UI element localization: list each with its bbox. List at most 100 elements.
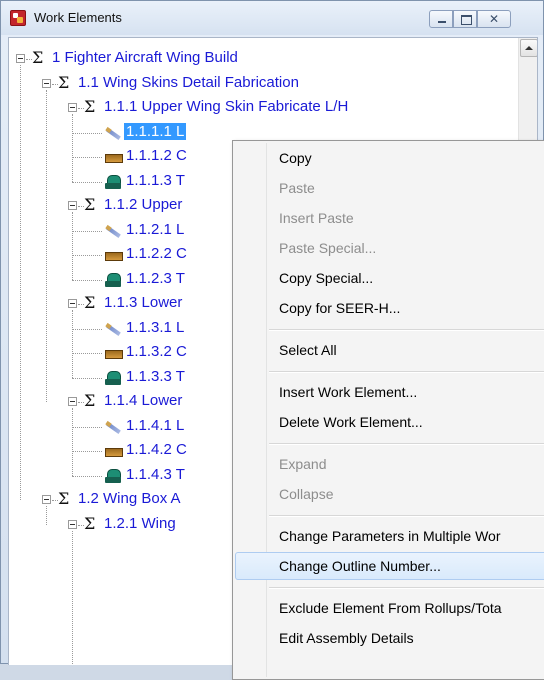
menu-item-paste[interactable]: Paste [235, 174, 544, 202]
tool-icon [104, 272, 122, 288]
pencil-icon [104, 419, 122, 435]
menu-item-insert-paste[interactable]: Insert Paste [235, 204, 544, 232]
bar-icon [104, 149, 123, 165]
tree-node[interactable]: 1.1 Wing Skins Detail Fabrication [76, 72, 301, 96]
collapse-toggle-icon[interactable] [42, 495, 51, 504]
tree-node-label: 1.1.3.1 L [126, 318, 185, 336]
tree-node[interactable]: 1.1.2 Upper [102, 194, 184, 218]
work-elements-window: Work Elements ✕ Σ 1 Fighter Aircraft Wing… [0, 0, 544, 680]
tree-node[interactable]: 1.2.1 Wing [102, 513, 178, 537]
tree-node[interactable]: 1.1.1.2 C [124, 145, 189, 169]
tree-connector [72, 132, 102, 134]
tree-node[interactable]: 1.1.4.1 L [124, 415, 186, 439]
tree-connector [46, 89, 47, 402]
sigma-icon: Σ [84, 97, 96, 116]
tree-node-label: 1.1.2.2 C [126, 245, 187, 262]
sigma-icon: Σ [84, 513, 96, 533]
tree-connector [72, 212, 73, 280]
sigma-icon: Σ [84, 391, 96, 410]
tree-node[interactable]: 1.1.3 Lower [102, 292, 184, 316]
bar-icon [104, 443, 123, 459]
menu-separator [269, 329, 544, 331]
tree-node[interactable]: 1.1.3.2 C [124, 341, 189, 365]
collapse-toggle-icon[interactable] [68, 519, 77, 529]
menu-item-copy-for-seer-h[interactable]: Copy for SEER-H... [235, 294, 544, 322]
sigma-icon: Σ [58, 72, 70, 92]
tree-node-label: 1.1.1.1 L [124, 122, 187, 140]
tree-node[interactable]: 1.1.2.2 C [124, 243, 189, 267]
menu-separator [269, 515, 544, 517]
menu-item-select-all[interactable]: Select All [235, 336, 544, 364]
tree-node-label: 1.1.2.1 L [126, 220, 185, 238]
tree-node[interactable]: 1.1.3.3 T [124, 366, 187, 390]
tree-node-label: 1.1.4 Lower [104, 392, 183, 409]
menu-item-delete-work-element[interactable]: Delete Work Element... [235, 408, 544, 436]
menu-separator [269, 587, 544, 589]
tree-connector [72, 310, 73, 378]
tree-connector [72, 451, 102, 452]
tree-connector [72, 475, 102, 477]
tree-node[interactable]: 1.1.2.1 L [124, 219, 186, 243]
close-button[interactable]: ✕ [477, 10, 511, 28]
menu-item-edit-assembly-details[interactable]: Edit Assembly Details [235, 624, 544, 652]
tree-node-label: 1.1.2.3 T [126, 269, 185, 287]
menu-item-change-parameters-in-multiple-wor[interactable]: Change Parameters in Multiple Wor [235, 522, 544, 550]
collapse-toggle-icon[interactable] [42, 78, 51, 88]
tree-connector [72, 255, 102, 256]
tree-node[interactable]: 1.1.4.3 T [124, 464, 187, 488]
tool-icon [104, 468, 122, 484]
minimize-button[interactable] [429, 10, 453, 28]
tree-node[interactable]: 1.1.1.3 T [124, 170, 187, 194]
tree-connector [20, 65, 21, 500]
tree-node-label: 1.1.3.2 C [126, 343, 187, 360]
tree-connector [72, 328, 102, 330]
tree-node-label: 1.1.3 Lower [104, 294, 183, 311]
tree-node[interactable]: 1.1.1 Upper Wing Skin Fabricate L/H [102, 96, 350, 120]
tree-connector [72, 530, 73, 665]
tree-node-label: 1.1.1.2 C [126, 147, 187, 164]
tree-connector [72, 157, 102, 158]
window-title: Work Elements [34, 10, 122, 25]
tree-node-label: 1.1 Wing Skins Detail Fabrication [78, 73, 299, 91]
menu-item-change-outline-number[interactable]: Change Outline Number... [235, 552, 544, 580]
collapse-toggle-icon[interactable] [68, 103, 77, 112]
menu-item-expand[interactable]: Expand [235, 450, 544, 478]
context-menu: Copy Paste Insert Paste Paste Special... Cop… [232, 140, 544, 680]
tree-connector [72, 181, 102, 183]
menu-item-insert-work-element[interactable]: Insert Work Element... [235, 378, 544, 406]
tree-node-label: 1.1.4.2 C [126, 441, 187, 458]
tree-node[interactable]: 1.1.3.1 L [124, 317, 186, 341]
collapse-toggle-icon[interactable] [68, 201, 77, 210]
menu-item-collapse[interactable]: Collapse [235, 480, 544, 508]
pencil-icon [104, 223, 122, 239]
scroll-up-arrow-icon[interactable] [520, 39, 537, 57]
menu-separator [269, 371, 544, 373]
menu-item-paste-special[interactable]: Paste Special... [235, 234, 544, 262]
tree-connector [72, 408, 73, 476]
menu-item-copy[interactable]: Copy [235, 144, 544, 172]
tree-node-label: 1.2.1 Wing [104, 514, 176, 532]
collapse-toggle-icon[interactable] [16, 54, 25, 63]
tool-icon [104, 174, 122, 190]
collapse-toggle-icon[interactable] [68, 299, 77, 308]
tree-node[interactable]: 1.1.2.3 T [124, 268, 187, 292]
menu-item-exclude-element-from-rollups-tota[interactable]: Exclude Element From Rollups/Tota [235, 594, 544, 622]
collapse-toggle-icon[interactable] [68, 397, 77, 406]
sigma-icon: Σ [32, 48, 44, 67]
tree-connector [72, 279, 102, 281]
tree-node[interactable]: 1.2 Wing Box A [76, 488, 183, 512]
tree-node[interactable]: 1 Fighter Aircraft Wing Build [50, 47, 240, 71]
tool-icon [104, 370, 122, 386]
title-bar[interactable]: Work Elements ✕ [1, 1, 543, 35]
tree-connector [72, 114, 73, 182]
tree-node-label: 1.1.1 Upper Wing Skin Fabricate L/H [104, 98, 349, 115]
maximize-button[interactable] [453, 10, 477, 28]
tree-node[interactable]: 1.1.4 Lower [102, 390, 184, 414]
tree-node[interactable]: 1.1.4.2 C [124, 439, 189, 463]
tree-connector [46, 506, 47, 525]
tree-connector [72, 353, 102, 354]
tree-node-label: 1.1.2 Upper [104, 196, 183, 213]
menu-item-copy-special[interactable]: Copy Special... [235, 264, 544, 292]
tree-node[interactable]: 1.1.1.1 L [124, 121, 187, 145]
bar-icon [104, 345, 123, 361]
